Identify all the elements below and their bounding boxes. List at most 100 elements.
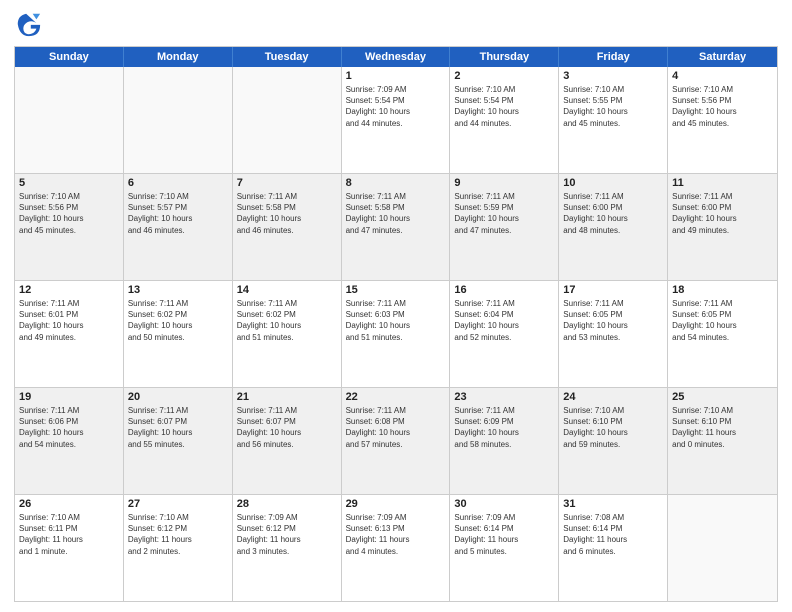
page: SundayMondayTuesdayWednesdayThursdayFrid… xyxy=(0,0,792,612)
day-7: 7 Sunrise: 7:11 AM Sunset: 5:58 PM Daylig… xyxy=(233,174,342,280)
day-number: 26 xyxy=(19,498,119,510)
day-info: Sunrise: 7:11 AM Sunset: 6:03 PM Dayligh… xyxy=(346,299,410,342)
day-number: 11 xyxy=(672,177,773,189)
day-number: 4 xyxy=(672,70,773,82)
day-number: 9 xyxy=(454,177,554,189)
day-number: 16 xyxy=(454,284,554,296)
day-info: Sunrise: 7:09 AM Sunset: 6:12 PM Dayligh… xyxy=(237,513,301,556)
day-number: 30 xyxy=(454,498,554,510)
day-15: 15 Sunrise: 7:11 AM Sunset: 6:03 PM Dayli… xyxy=(342,281,451,387)
day-26: 26 Sunrise: 7:10 AM Sunset: 6:11 PM Dayli… xyxy=(15,495,124,601)
day-info: Sunrise: 7:11 AM Sunset: 5:58 PM Dayligh… xyxy=(346,192,410,235)
day-info: Sunrise: 7:11 AM Sunset: 6:05 PM Dayligh… xyxy=(563,299,627,342)
day-info: Sunrise: 7:10 AM Sunset: 6:12 PM Dayligh… xyxy=(128,513,192,556)
day-27: 27 Sunrise: 7:10 AM Sunset: 6:12 PM Dayli… xyxy=(124,495,233,601)
day-number: 10 xyxy=(563,177,663,189)
day-info: Sunrise: 7:11 AM Sunset: 6:02 PM Dayligh… xyxy=(237,299,301,342)
day-1: 1 Sunrise: 7:09 AM Sunset: 5:54 PM Daylig… xyxy=(342,67,451,173)
day-info: Sunrise: 7:09 AM Sunset: 6:13 PM Dayligh… xyxy=(346,513,410,556)
day-4: 4 Sunrise: 7:10 AM Sunset: 5:56 PM Daylig… xyxy=(668,67,777,173)
day-info: Sunrise: 7:11 AM Sunset: 6:09 PM Dayligh… xyxy=(454,406,518,449)
day-info: Sunrise: 7:11 AM Sunset: 6:00 PM Dayligh… xyxy=(672,192,736,235)
day-19: 19 Sunrise: 7:11 AM Sunset: 6:06 PM Dayli… xyxy=(15,388,124,494)
header-day-tuesday: Tuesday xyxy=(233,47,342,67)
day-18: 18Sunrise: 7:11 AM Sunset: 6:05 PM Dayli… xyxy=(668,281,777,387)
header-day-wednesday: Wednesday xyxy=(342,47,451,67)
day-number: 1 xyxy=(346,70,446,82)
day-number: 20 xyxy=(128,391,228,403)
day-number: 8 xyxy=(346,177,446,189)
day-number: 17 xyxy=(563,284,663,296)
day-info: Sunrise: 7:11 AM Sunset: 6:02 PM Dayligh… xyxy=(128,299,192,342)
day-9: 9 Sunrise: 7:11 AM Sunset: 5:59 PM Daylig… xyxy=(450,174,559,280)
day-info: Sunrise: 7:11 AM Sunset: 6:07 PM Dayligh… xyxy=(128,406,192,449)
day-13: 13 Sunrise: 7:11 AM Sunset: 6:02 PM Dayli… xyxy=(124,281,233,387)
day-31: 31 Sunrise: 7:08 AM Sunset: 6:14 PM Dayli… xyxy=(559,495,668,601)
day-info: Sunrise: 7:10 AM Sunset: 5:55 PM Dayligh… xyxy=(563,85,627,128)
day-number: 13 xyxy=(128,284,228,296)
day-2: 2 Sunrise: 7:10 AM Sunset: 5:54 PM Daylig… xyxy=(450,67,559,173)
day-25: 25 Sunrise: 7:10 AM Sunset: 6:10 PM Dayli… xyxy=(668,388,777,494)
day-info: Sunrise: 7:11 AM Sunset: 6:07 PM Dayligh… xyxy=(237,406,301,449)
calendar-header: SundayMondayTuesdayWednesdayThursdayFrid… xyxy=(15,47,777,67)
header-day-saturday: Saturday xyxy=(668,47,777,67)
header-day-thursday: Thursday xyxy=(450,47,559,67)
day-info: Sunrise: 7:10 AM Sunset: 5:56 PM Dayligh… xyxy=(672,85,736,128)
day-number: 28 xyxy=(237,498,337,510)
day-23: 23Sunrise: 7:11 AM Sunset: 6:09 PM Dayli… xyxy=(450,388,559,494)
header-day-sunday: Sunday xyxy=(15,47,124,67)
day-5: 5Sunrise: 7:10 AM Sunset: 5:56 PM Daylig… xyxy=(15,174,124,280)
logo-icon xyxy=(14,10,42,38)
logo xyxy=(14,10,46,38)
day-22: 22Sunrise: 7:11 AM Sunset: 6:08 PM Dayli… xyxy=(342,388,451,494)
day-info: Sunrise: 7:11 AM Sunset: 6:06 PM Dayligh… xyxy=(19,406,83,449)
day-number: 14 xyxy=(237,284,337,296)
day-info: Sunrise: 7:11 AM Sunset: 5:59 PM Dayligh… xyxy=(454,192,518,235)
empty-cell xyxy=(15,67,124,173)
day-info: Sunrise: 7:11 AM Sunset: 6:04 PM Dayligh… xyxy=(454,299,518,342)
day-number: 24 xyxy=(563,391,663,403)
day-number: 31 xyxy=(563,498,663,510)
day-info: Sunrise: 7:10 AM Sunset: 5:57 PM Dayligh… xyxy=(128,192,192,235)
day-6: 6Sunrise: 7:10 AM Sunset: 5:57 PM Daylig… xyxy=(124,174,233,280)
day-info: Sunrise: 7:11 AM Sunset: 6:08 PM Dayligh… xyxy=(346,406,410,449)
week-row-4: 19 Sunrise: 7:11 AM Sunset: 6:06 PM Dayli… xyxy=(15,387,777,494)
empty-cell xyxy=(668,495,777,601)
day-30: 30 Sunrise: 7:09 AM Sunset: 6:14 PM Dayli… xyxy=(450,495,559,601)
day-number: 5 xyxy=(19,177,119,189)
day-info: Sunrise: 7:11 AM Sunset: 6:01 PM Dayligh… xyxy=(19,299,83,342)
day-24: 24 Sunrise: 7:10 AM Sunset: 6:10 PM Dayli… xyxy=(559,388,668,494)
day-8: 8 Sunrise: 7:11 AM Sunset: 5:58 PM Daylig… xyxy=(342,174,451,280)
day-number: 15 xyxy=(346,284,446,296)
day-info: Sunrise: 7:10 AM Sunset: 6:11 PM Dayligh… xyxy=(19,513,83,556)
day-info: Sunrise: 7:11 AM Sunset: 5:58 PM Dayligh… xyxy=(237,192,301,235)
week-row-3: 12Sunrise: 7:11 AM Sunset: 6:01 PM Dayli… xyxy=(15,280,777,387)
day-number: 27 xyxy=(128,498,228,510)
day-21: 21 Sunrise: 7:11 AM Sunset: 6:07 PM Dayli… xyxy=(233,388,342,494)
day-info: Sunrise: 7:10 AM Sunset: 6:10 PM Dayligh… xyxy=(563,406,627,449)
day-info: Sunrise: 7:09 AM Sunset: 5:54 PM Dayligh… xyxy=(346,85,410,128)
week-row-2: 5Sunrise: 7:10 AM Sunset: 5:56 PM Daylig… xyxy=(15,173,777,280)
day-16: 16 Sunrise: 7:11 AM Sunset: 6:04 PM Dayli… xyxy=(450,281,559,387)
day-number: 19 xyxy=(19,391,119,403)
day-number: 18 xyxy=(672,284,773,296)
day-number: 7 xyxy=(237,177,337,189)
day-number: 21 xyxy=(237,391,337,403)
day-28: 28 Sunrise: 7:09 AM Sunset: 6:12 PM Dayli… xyxy=(233,495,342,601)
day-number: 29 xyxy=(346,498,446,510)
day-info: Sunrise: 7:08 AM Sunset: 6:14 PM Dayligh… xyxy=(563,513,627,556)
day-11: 11 Sunrise: 7:11 AM Sunset: 6:00 PM Dayli… xyxy=(668,174,777,280)
day-10: 10 Sunrise: 7:11 AM Sunset: 6:00 PM Dayli… xyxy=(559,174,668,280)
day-number: 2 xyxy=(454,70,554,82)
day-number: 25 xyxy=(672,391,773,403)
day-20: 20 Sunrise: 7:11 AM Sunset: 6:07 PM Dayli… xyxy=(124,388,233,494)
header-day-monday: Monday xyxy=(124,47,233,67)
day-info: Sunrise: 7:10 AM Sunset: 5:54 PM Dayligh… xyxy=(454,85,518,128)
day-info: Sunrise: 7:09 AM Sunset: 6:14 PM Dayligh… xyxy=(454,513,518,556)
day-info: Sunrise: 7:10 AM Sunset: 6:10 PM Dayligh… xyxy=(672,406,736,449)
day-14: 14 Sunrise: 7:11 AM Sunset: 6:02 PM Dayli… xyxy=(233,281,342,387)
header xyxy=(14,10,778,38)
day-29: 29 Sunrise: 7:09 AM Sunset: 6:13 PM Dayli… xyxy=(342,495,451,601)
calendar-body: 1 Sunrise: 7:09 AM Sunset: 5:54 PM Daylig… xyxy=(15,67,777,601)
day-info: Sunrise: 7:11 AM Sunset: 6:00 PM Dayligh… xyxy=(563,192,627,235)
